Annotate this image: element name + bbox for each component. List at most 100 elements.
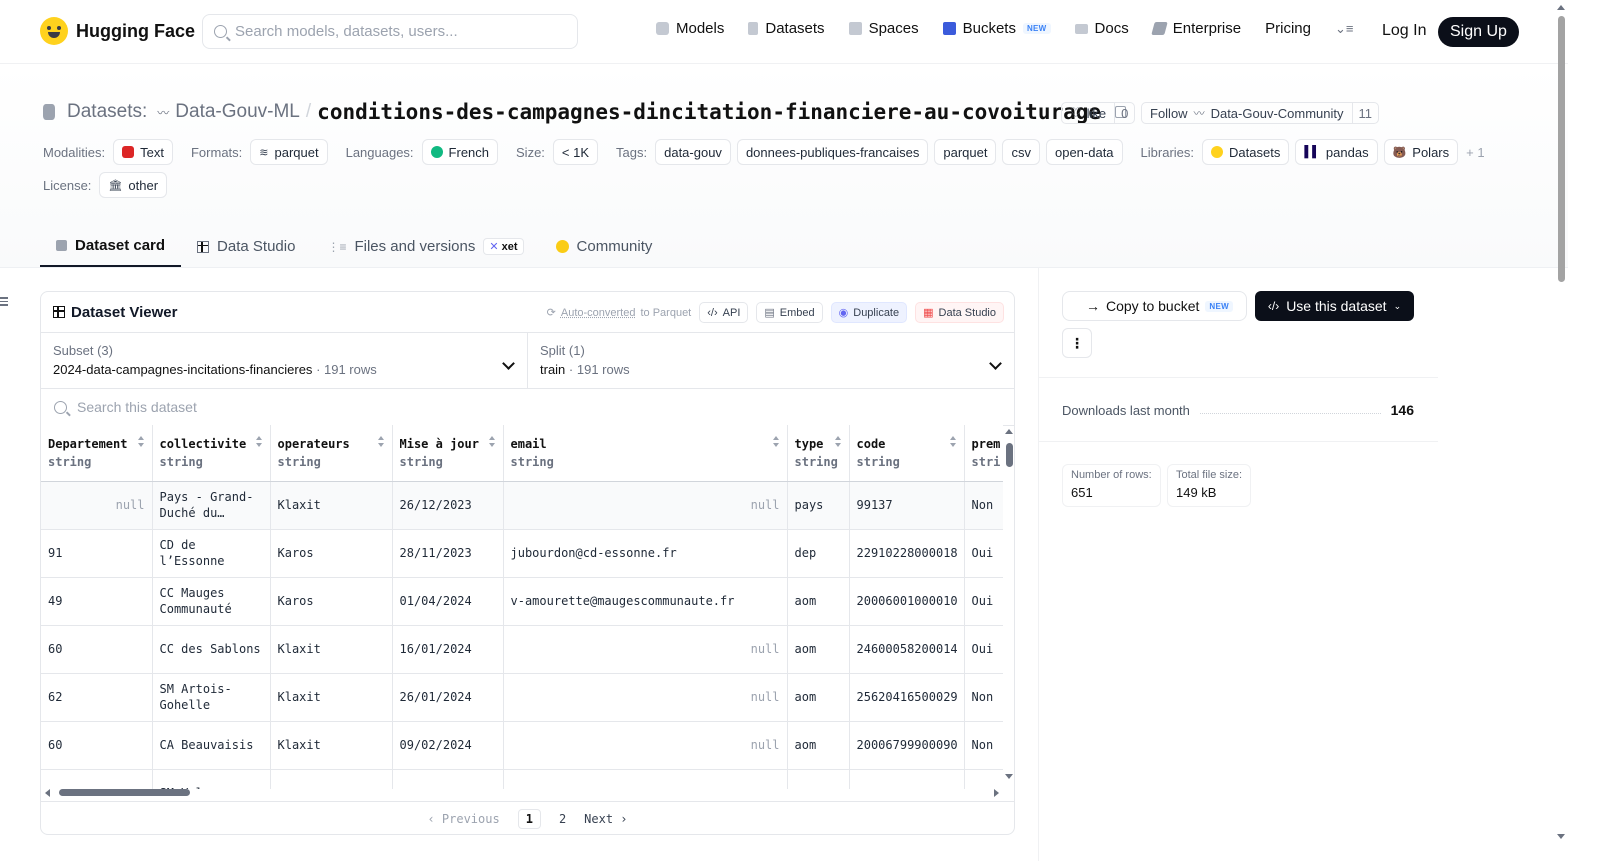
- sort-icon[interactable]: [834, 436, 842, 447]
- page-scrollbar[interactable]: [1555, 0, 1568, 861]
- nav-docs[interactable]: Docs: [1074, 20, 1129, 37]
- tag-item[interactable]: donnees-publiques-francaises: [736, 139, 929, 165]
- cell-value: 60: [48, 642, 63, 656]
- data-studio-button[interactable]: ▦ Data Studio: [915, 302, 1004, 323]
- page-2-button[interactable]: 2: [559, 812, 566, 826]
- more-menu-icon[interactable]: ⌄≡: [1335, 21, 1353, 37]
- table-vertical-scrollbar[interactable]: [1003, 425, 1014, 783]
- tag-format[interactable]: ≋ parquet: [250, 139, 328, 165]
- cell-value: pays: [794, 498, 824, 512]
- login-link[interactable]: Log In: [1382, 22, 1426, 40]
- next-page-button[interactable]: Next ›: [584, 812, 627, 826]
- column-name: operateurs: [277, 436, 350, 451]
- copy-to-bucket-button[interactable]: → Copy to bucket NEW: [1062, 291, 1247, 321]
- auto-converted-link[interactable]: Auto-converted: [561, 307, 636, 319]
- polars-icon: 🐻: [1392, 146, 1407, 159]
- subset-select[interactable]: Subset (3) 2024-data-campagnes-incitatio…: [41, 333, 528, 388]
- nav-spaces[interactable]: Spaces: [848, 20, 919, 37]
- use-this-dataset-button[interactable]: ‹/› Use this dataset ⌄: [1255, 291, 1414, 321]
- sort-icon[interactable]: [772, 436, 780, 447]
- page-1-button[interactable]: 1: [517, 808, 541, 829]
- breadcrumb-org[interactable]: Data-Gouv-ML: [175, 101, 300, 123]
- toc-toggle-icon[interactable]: [0, 297, 8, 307]
- nav-models[interactable]: Models: [656, 20, 724, 37]
- column-header[interactable]: type string: [787, 425, 850, 482]
- table-horizontal-scrollbar[interactable]: [41, 787, 1003, 799]
- nav-enterprise[interactable]: Enterprise: [1150, 20, 1241, 37]
- libraries-more[interactable]: + 1: [1466, 145, 1484, 160]
- bucket-icon: [942, 22, 956, 35]
- table-row[interactable]: 60 CC des Sablons Klaxit 16/01/2024 null aom 2…: [41, 625, 1003, 674]
- cell-value: 20006799900090: [856, 738, 957, 752]
- tag-language[interactable]: French: [421, 139, 499, 165]
- split-select[interactable]: Split (1) train · 191 rows: [528, 333, 1014, 388]
- cell-value: 28/11/2023: [399, 546, 472, 560]
- sort-icon[interactable]: [255, 436, 263, 447]
- sort-icon[interactable]: [949, 436, 957, 447]
- tab-files[interactable]: ⋮≡ Files and versions ✕ xet: [311, 226, 539, 267]
- table-cell: [270, 769, 393, 789]
- column-header[interactable]: code string: [849, 425, 965, 482]
- column-header[interactable]: operateurs string: [270, 425, 393, 482]
- column-header[interactable]: collectivite string: [152, 425, 271, 482]
- column-header[interactable]: Departement string: [41, 425, 153, 482]
- tag-modality[interactable]: Text: [113, 139, 173, 165]
- tag-library-pandas[interactable]: ▌▌ pandas: [1295, 139, 1378, 165]
- table-cell: CA Beauvaisis: [152, 721, 271, 770]
- sort-icon[interactable]: [488, 436, 496, 447]
- dataset-search-input[interactable]: Search this dataset: [41, 389, 1014, 426]
- column-header[interactable]: Mise à jour string: [392, 425, 504, 482]
- table-row[interactable]: null Pays - Grand-Duché du… Klaxit 26/12/20…: [41, 481, 1003, 530]
- tag-item[interactable]: parquet: [934, 139, 997, 165]
- tag-item[interactable]: data-gouv: [655, 139, 731, 165]
- more-options-button[interactable]: ⋮: [1062, 328, 1092, 358]
- breadcrumb-datasets[interactable]: Datasets:: [67, 101, 147, 123]
- tab-community[interactable]: Community: [540, 226, 669, 267]
- table-cell: 25620416500029: [849, 673, 965, 722]
- cell-value: null: [750, 642, 780, 656]
- api-button[interactable]: ‹/› API: [699, 302, 749, 323]
- arrow-right-icon: →: [1086, 298, 1100, 314]
- like-button[interactable]: ♡ like 0: [1061, 102, 1136, 124]
- follow-button[interactable]: Follow 〰 Data-Gouv-Community 11: [1141, 102, 1380, 124]
- tab-dataset-card[interactable]: Dataset card: [40, 226, 182, 267]
- tag-library-datasets[interactable]: Datasets: [1202, 139, 1290, 165]
- tag-item[interactable]: csv: [1002, 139, 1040, 165]
- brand-logo[interactable]: Hugging Face: [40, 17, 195, 45]
- tab-data-studio[interactable]: Data Studio: [181, 226, 311, 267]
- signup-button[interactable]: Sign Up: [1438, 17, 1519, 47]
- nav-datasets[interactable]: Datasets: [748, 20, 825, 37]
- database-icon: [748, 22, 759, 35]
- sort-icon[interactable]: [137, 436, 145, 447]
- sort-icon[interactable]: [377, 436, 385, 447]
- tag-item[interactable]: open-data: [1045, 139, 1123, 165]
- embed-button[interactable]: ▤ Embed: [756, 302, 823, 323]
- tag-library-polars[interactable]: 🐻 Polars: [1383, 139, 1459, 165]
- nav-buckets[interactable]: Buckets NEW: [942, 20, 1051, 37]
- repo-name[interactable]: conditions-des-campagnes-dincitation-fin…: [317, 100, 1101, 124]
- global-search-input[interactable]: Search models, datasets, users...: [202, 14, 578, 49]
- stat-size-label: Total file size:: [1176, 469, 1243, 481]
- column-header[interactable]: prem stri: [964, 425, 1003, 482]
- table-row[interactable]: 62 SM Artois-Gohelle Klaxit 26/01/2024 null a…: [41, 673, 1003, 722]
- tag-license[interactable]: 🏛 other: [99, 172, 168, 198]
- api-label: API: [722, 306, 741, 319]
- auto-converted-note[interactable]: ⟳ Auto-converted to Parquet: [547, 306, 692, 320]
- nav-pricing[interactable]: Pricing: [1265, 20, 1311, 37]
- table-row[interactable]: SM Valence: [41, 769, 1003, 789]
- duplicate-button[interactable]: ◉ Duplicate: [830, 302, 908, 323]
- tag-library-label: Datasets: [1229, 144, 1281, 160]
- tag-size[interactable]: < 1K: [552, 139, 599, 165]
- table-row[interactable]: 91 CD de l’Essonne Karos 28/11/2023 jubourdo…: [41, 529, 1003, 578]
- column-header[interactable]: email string: [503, 425, 788, 482]
- cell-value: Oui: [971, 546, 994, 560]
- cube-icon: [56, 240, 67, 251]
- table-cell: pays: [787, 481, 850, 530]
- viewer-title: Dataset Viewer: [53, 304, 177, 321]
- table-row[interactable]: 49 CC Mauges Communauté Karos 01/04/2024 v-a…: [41, 577, 1003, 626]
- table-row[interactable]: 60 CA Beauvaisis Klaxit 09/02/2024 null aom 20…: [41, 721, 1003, 770]
- table-cell: 28/11/2023: [392, 529, 504, 578]
- previous-page-button[interactable]: ‹ Previous: [427, 812, 499, 826]
- subset-value: 2024-data-campagnes-incitations-financie…: [53, 362, 313, 377]
- license-label: License:: [43, 177, 92, 193]
